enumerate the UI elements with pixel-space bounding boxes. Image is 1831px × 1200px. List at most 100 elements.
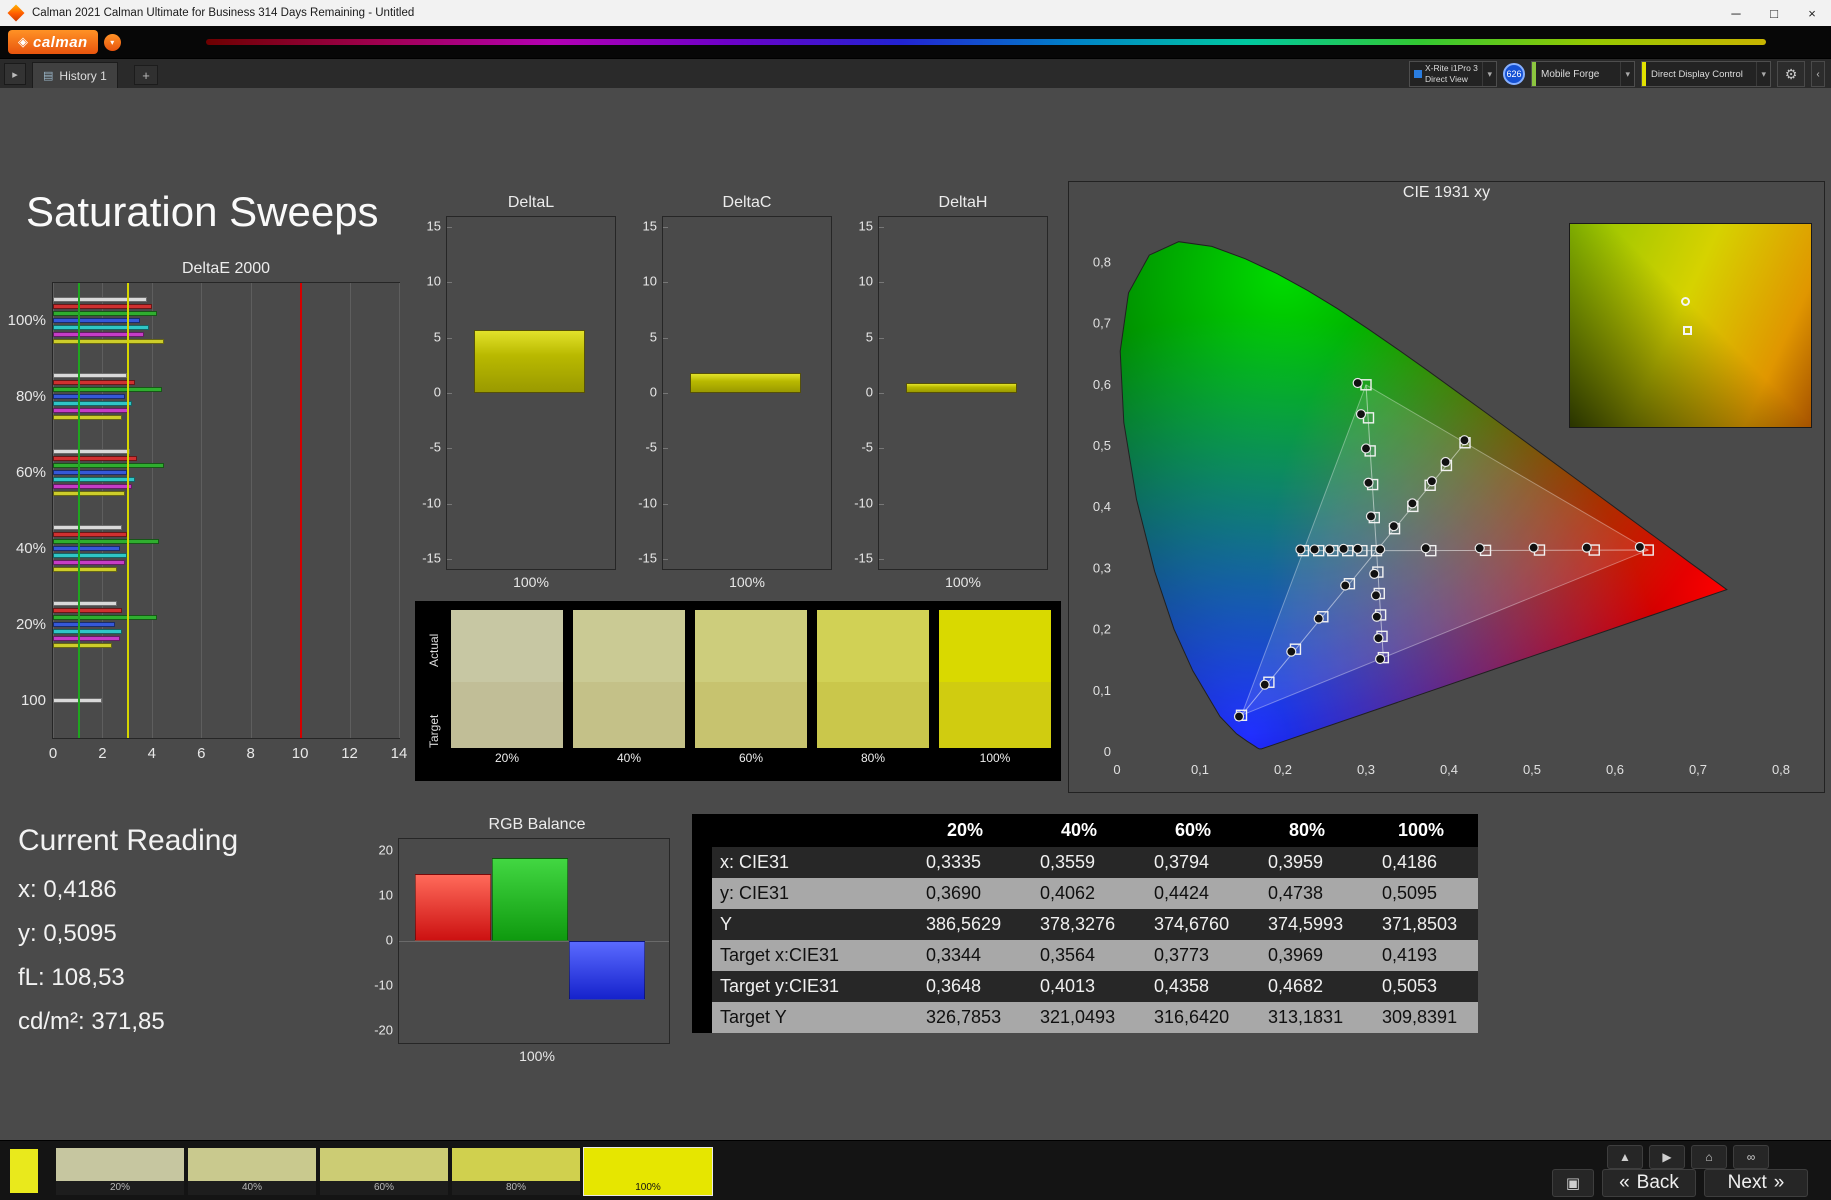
- thumbnail-label: 40%: [188, 1181, 316, 1195]
- app-window: Calman 2021 Calman Ultimate for Business…: [0, 0, 1831, 1200]
- home-icon: ⌂: [1705, 1150, 1712, 1164]
- current-patch-chip: [10, 1149, 38, 1193]
- app-icon: [8, 5, 25, 22]
- table-cell: 0,4424: [1136, 878, 1250, 909]
- deltae-bar: [53, 387, 162, 392]
- source-label: Mobile Forge: [1536, 69, 1599, 80]
- table-row[interactable]: Y386,5629378,3276374,6760374,5993371,850…: [692, 909, 1478, 940]
- tick-mark: [447, 504, 452, 505]
- axis-tick-label: 6: [197, 745, 205, 762]
- deltae-bar: [53, 304, 152, 309]
- close-button[interactable]: ×: [1793, 0, 1831, 26]
- delta-bar: [690, 373, 801, 393]
- tick-mark: [447, 559, 452, 560]
- deltae-bar: [53, 553, 127, 558]
- axis-tick-label: 8: [247, 745, 255, 762]
- back-button[interactable]: « Back: [1602, 1169, 1696, 1197]
- measured-point: [1296, 545, 1305, 554]
- table-row[interactable]: x: CIE310,33350,35590,37940,39590,4186: [692, 847, 1478, 878]
- source-select[interactable]: Mobile Forge ▾: [1531, 61, 1635, 87]
- deltae-2000-chart: DeltaE 2000 100%80%60%40%20%100 02468101…: [8, 258, 400, 739]
- play-icon: ▶: [1662, 1150, 1671, 1164]
- tab-label: History 1: [59, 69, 106, 83]
- table-row[interactable]: Target x:CIE310,33440,35640,37730,39690,…: [692, 940, 1478, 971]
- panel-expand-button[interactable]: ▸: [4, 63, 26, 85]
- reference-line: [127, 283, 129, 738]
- axis-tick-label: 0,4: [1440, 762, 1458, 777]
- axis-tick-label: 20%: [8, 587, 52, 663]
- thumbnail-label: 80%: [452, 1181, 580, 1195]
- meter-count-badge: 626: [1503, 63, 1525, 85]
- table-row[interactable]: Target Y326,7853321,0493316,6420313,1831…: [692, 1002, 1478, 1033]
- table-row[interactable]: Target y:CIE310,36480,40130,43580,46820,…: [692, 971, 1478, 1002]
- thumbnail-60%[interactable]: 60%: [320, 1148, 448, 1195]
- rainbow-gradient-bar: [206, 39, 1766, 45]
- thumbnail-label: 20%: [56, 1181, 184, 1195]
- settings-button[interactable]: ⚙: [1777, 61, 1805, 87]
- axis-tick-label: -20: [374, 1023, 393, 1038]
- maximize-button[interactable]: □: [1755, 0, 1793, 26]
- eject-button[interactable]: ▲: [1607, 1145, 1643, 1169]
- measured-point: [1427, 477, 1436, 486]
- display-control-select[interactable]: Direct Display Control ▾: [1641, 61, 1771, 87]
- display-mode-button[interactable]: ▣: [1552, 1169, 1594, 1197]
- meter-select[interactable]: X-Rite i1Pro 3 Direct View ▾: [1409, 61, 1497, 87]
- add-tab-button[interactable]: +: [134, 65, 158, 85]
- chart-title: DeltaH: [878, 192, 1048, 216]
- actual-swatch: [573, 610, 685, 682]
- page-title: Saturation Sweeps: [26, 188, 379, 236]
- calman-logo-button[interactable]: ◈ calman: [8, 30, 98, 54]
- row-label: x: CIE31: [712, 847, 908, 878]
- thumbnail-20%[interactable]: 20%: [56, 1148, 184, 1195]
- table-cell: 0,3344: [908, 940, 1022, 971]
- measured-marker-icon: [1681, 297, 1690, 306]
- column-header: 100%: [1364, 814, 1478, 847]
- measured-point: [1635, 542, 1644, 551]
- cie-1931-panel: CIE 1931 xy: [1068, 181, 1825, 793]
- swatch-box: [939, 610, 1051, 748]
- tab-history-1[interactable]: ▤ History 1: [32, 62, 118, 88]
- table-cell: 0,3773: [1136, 940, 1250, 971]
- measured-point: [1441, 458, 1450, 467]
- row-label: Target x:CIE31: [712, 940, 908, 971]
- deltae-bar: [53, 608, 122, 613]
- thumbnail-swatch: [56, 1148, 184, 1181]
- home-button[interactable]: ⌂: [1691, 1145, 1727, 1169]
- collapse-button[interactable]: ‹: [1811, 61, 1825, 87]
- x-axis-label: 100%: [662, 570, 832, 590]
- measured-point: [1353, 544, 1362, 553]
- table-cell: 0,4738: [1250, 878, 1364, 909]
- tick-mark: [879, 559, 884, 560]
- axis-tick-label: 4: [148, 745, 156, 762]
- thumbnail-40%[interactable]: 40%: [188, 1148, 316, 1195]
- chart-title: DeltaE 2000: [52, 258, 400, 282]
- swatch-box: [573, 610, 685, 748]
- table-row[interactable]: y: CIE310,36900,40620,44240,47380,5095: [692, 878, 1478, 909]
- next-button[interactable]: Next »: [1704, 1169, 1808, 1197]
- display-icon: ▣: [1566, 1174, 1580, 1192]
- measured-point: [1389, 522, 1398, 531]
- deltae-bar: [53, 394, 125, 399]
- axis-tick-label: 12: [341, 745, 358, 762]
- tick-mark: [447, 338, 452, 339]
- thumbnail-100%[interactable]: 100%: [584, 1148, 712, 1195]
- minimize-button[interactable]: ─: [1717, 0, 1755, 26]
- loop-button[interactable]: ∞: [1733, 1145, 1769, 1169]
- deltae-bar: [53, 546, 120, 551]
- axis-tick-label: -15: [422, 551, 441, 566]
- thumbnail-swatch: [188, 1148, 316, 1181]
- meter-brand-icon: [1414, 70, 1422, 78]
- axis-tick-label: 0: [650, 385, 657, 400]
- tick-mark: [879, 504, 884, 505]
- axis-tick-label: 0,3: [1093, 560, 1111, 575]
- tick-mark: [663, 282, 668, 283]
- actual-row-label: Actual: [425, 610, 443, 691]
- table-cell: 0,5053: [1364, 971, 1478, 1002]
- toolbar: ◈ calman ▾: [0, 26, 1831, 58]
- table-cell: 0,4358: [1136, 971, 1250, 1002]
- thumbnail-80%[interactable]: 80%: [452, 1148, 580, 1195]
- play-button[interactable]: ▶: [1649, 1145, 1685, 1169]
- current-reading-title: Current Reading: [18, 824, 238, 858]
- chart-title: DeltaC: [662, 192, 832, 216]
- logo-dropdown-button[interactable]: ▾: [104, 34, 121, 51]
